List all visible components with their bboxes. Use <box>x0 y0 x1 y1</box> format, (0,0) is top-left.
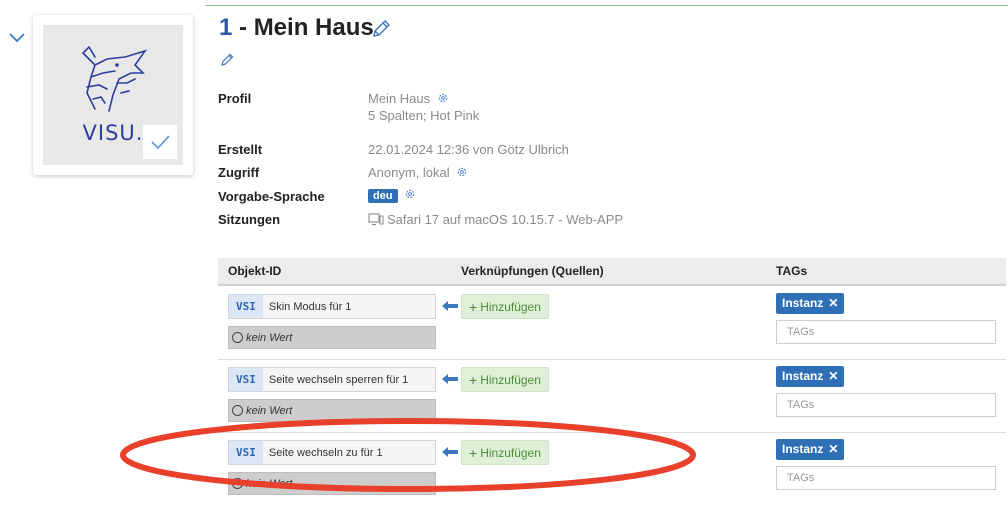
object-name: Skin Modus für 1 <box>268 300 352 313</box>
close-icon[interactable]: ✕ <box>828 442 838 456</box>
close-icon[interactable]: ✕ <box>828 296 838 310</box>
profil-label: Profil <box>218 91 252 106</box>
object-type-badge: VSI <box>229 368 263 391</box>
tags-input[interactable] <box>776 393 996 417</box>
chevron-down-icon[interactable] <box>8 30 26 44</box>
column-header-verknuepfungen: Verknüpfungen (Quellen) <box>461 264 604 278</box>
arrow-left-icon <box>442 374 458 384</box>
object-value: kein Wert <box>228 326 436 349</box>
page-title-number: 1 <box>219 14 233 41</box>
empty-value-icon <box>232 405 243 416</box>
zugriff-value: Anonym, lokal <box>368 165 468 180</box>
add-link-button[interactable]: + Hinzufügen <box>461 440 549 465</box>
page-title: 1 - Mein Haus <box>219 14 374 42</box>
sitzungen-label: Sitzungen <box>218 212 281 227</box>
object-value-text: kein Wert <box>246 331 293 344</box>
close-icon[interactable]: ✕ <box>828 369 838 383</box>
profil-value: Mein Haus <box>368 91 449 106</box>
add-link-label: Hinzufügen <box>480 372 541 387</box>
object-type-badge: VSI <box>229 441 263 464</box>
column-header-objekt-id: Objekt-ID <box>228 264 282 278</box>
sitzungen-value: Safari 17 auf macOS 10.15.7 - Web-APP <box>368 212 623 227</box>
add-link-button[interactable]: + Hinzufügen <box>461 294 549 319</box>
column-header-tags: TAGs <box>776 264 808 278</box>
object-name: Seite wechseln sperren für 1 <box>268 373 409 386</box>
plus-icon: + <box>469 444 478 461</box>
add-link-button[interactable]: + Hinzufügen <box>461 367 549 392</box>
top-divider <box>205 5 1008 6</box>
selected-indicator <box>143 125 177 159</box>
session-text: Safari 17 auf macOS 10.15.7 - Web-APP <box>387 212 624 227</box>
sprache-value: deu <box>368 187 416 203</box>
logo-image: VISU. <box>43 25 183 165</box>
object-value-text: kein Wert <box>246 477 293 490</box>
profil-detail: 5 Spalten; Hot Pink <box>368 108 480 123</box>
object-id-field[interactable]: VSI Seite wechseln sperren für 1 <box>228 367 436 392</box>
wolf-logo-icon <box>82 45 148 112</box>
object-id-field[interactable]: VSI Skin Modus für 1 <box>228 294 436 319</box>
arrow-left-icon <box>442 447 458 457</box>
tags-input[interactable] <box>776 466 996 490</box>
gear-icon[interactable] <box>404 188 416 200</box>
tag-chip-label: Instanz <box>782 296 824 310</box>
tag-chip[interactable]: Instanz ✕ <box>776 366 845 387</box>
plus-icon: + <box>469 298 478 315</box>
object-type-badge: VSI <box>229 295 263 318</box>
empty-value-icon <box>232 478 243 489</box>
arrow-left-icon <box>442 301 458 311</box>
object-name: Seite wechseln zu für 1 <box>268 446 383 459</box>
gear-icon[interactable] <box>437 92 449 104</box>
check-icon <box>151 135 170 150</box>
gear-icon[interactable] <box>456 166 468 178</box>
zugriff-text: Anonym, lokal <box>368 165 450 180</box>
erstellt-label: Erstellt <box>218 142 263 157</box>
erstellt-value: 22.01.2024 12:36 von Götz Ulbrich <box>368 142 569 157</box>
table-row: VSI Skin Modus für 1 kein Wert + Hinzufü… <box>218 287 1006 360</box>
object-value-text: kein Wert <box>246 404 293 417</box>
plus-icon: + <box>469 371 478 388</box>
pencil-icon[interactable] <box>220 52 235 67</box>
add-link-label: Hinzufügen <box>480 299 541 314</box>
tag-chip-label: Instanz <box>782 369 824 383</box>
language-badge: deu <box>368 189 398 203</box>
logo-card[interactable]: VISU. <box>33 15 193 175</box>
tag-chip[interactable]: Instanz ✕ <box>776 293 845 314</box>
tags-input[interactable] <box>776 320 996 344</box>
object-value: kein Wert <box>228 472 436 495</box>
sprache-label: Vorgabe-Sprache <box>218 189 325 204</box>
page-title-text: - Mein Haus <box>239 14 374 41</box>
tag-chip[interactable]: Instanz ✕ <box>776 439 845 460</box>
object-value: kein Wert <box>228 399 436 422</box>
table-header: Objekt-ID Verknüpfungen (Quellen) TAGs <box>218 258 1006 286</box>
desktop-icon <box>368 213 384 226</box>
object-id-field[interactable]: VSI Seite wechseln zu für 1 <box>228 440 436 465</box>
pencil-icon[interactable] <box>370 18 392 40</box>
profil-name: Mein Haus <box>368 91 431 106</box>
table-row: VSI Seite wechseln sperren für 1 kein We… <box>218 360 1006 433</box>
table-row: VSI Seite wechseln zu für 1 kein Wert + … <box>218 433 1006 505</box>
tag-chip-label: Instanz <box>782 442 824 456</box>
zugriff-label: Zugriff <box>218 165 260 180</box>
empty-value-icon <box>232 332 243 343</box>
add-link-label: Hinzufügen <box>480 445 541 460</box>
